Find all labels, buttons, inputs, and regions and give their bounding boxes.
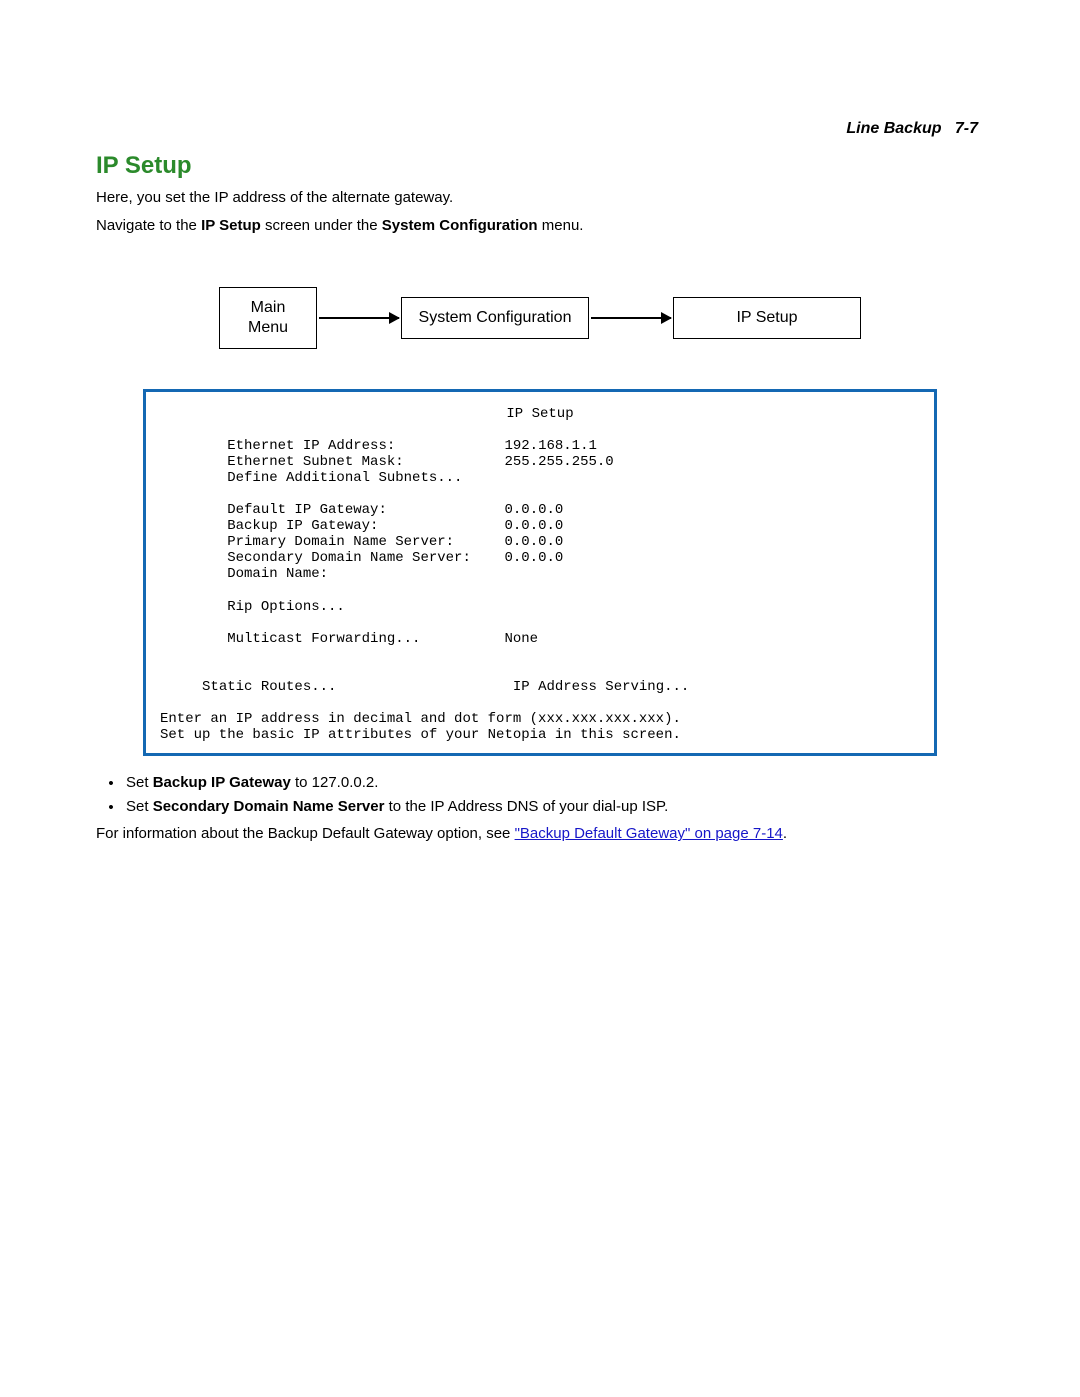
nav-breadcrumb: Main Menu System Configuration IP Setup	[96, 287, 984, 349]
rip-options: Rip Options...	[227, 599, 345, 615]
footer-paragraph: For information about the Backup Default…	[96, 824, 984, 844]
bk-gw-value: 0.0.0.0	[504, 518, 563, 534]
header-section: Line Backup	[846, 120, 941, 137]
eth-mask-value: 255.255.255.0	[504, 454, 613, 470]
domain-name: Domain Name:	[227, 566, 328, 582]
arrow-icon	[591, 317, 671, 319]
bullet-icon: •	[96, 798, 126, 816]
list-item: • Set Backup IP Gateway to 127.0.0.2.	[96, 774, 984, 792]
bullet-list: • Set Backup IP Gateway to 127.0.0.2. • …	[96, 774, 984, 816]
help-line-2: Set up the basic IP attributes of your N…	[160, 727, 681, 743]
bold-sys-config: System Configuration	[382, 217, 538, 234]
intro-paragraph-2: Navigate to the IP Setup screen under th…	[96, 216, 984, 236]
mcast-value: None	[504, 631, 538, 647]
eth-ip-value: 192.168.1.1	[504, 438, 596, 454]
define-subnets: Define Additional Subnets...	[227, 470, 462, 486]
nav-box-system-configuration: System Configuration	[401, 297, 589, 339]
static-routes: Static Routes...	[202, 679, 336, 695]
nav-box-main-menu: Main Menu	[219, 287, 317, 349]
section-title: IP Setup	[96, 152, 984, 180]
eth-mask-label: Ethernet Subnet Mask:	[227, 454, 403, 470]
sdns-label: Secondary Domain Name Server:	[227, 550, 471, 566]
arrow-icon	[319, 317, 399, 319]
bold-secondary-dns: Secondary Domain Name Server	[153, 798, 385, 815]
intro-paragraph-1: Here, you set the IP address of the alte…	[96, 188, 984, 208]
pdns-label: Primary Domain Name Server:	[227, 534, 454, 550]
bold-backup-ip-gateway: Backup IP Gateway	[153, 774, 291, 791]
backup-default-gateway-link[interactable]: "Backup Default Gateway" on page 7-14	[515, 825, 783, 842]
bullet-icon: •	[96, 774, 126, 792]
page-header: Line Backup 7-7	[96, 120, 984, 138]
mcast-label: Multicast Forwarding...	[227, 631, 420, 647]
help-line-1: Enter an IP address in decimal and dot f…	[160, 711, 681, 727]
def-gw-value: 0.0.0.0	[504, 502, 563, 518]
ip-serving: IP Address Serving...	[513, 679, 689, 695]
bk-gw-label: Backup IP Gateway:	[227, 518, 378, 534]
sdns-value: 0.0.0.0	[504, 550, 563, 566]
terminal-title: IP Setup	[160, 406, 920, 422]
header-page: 7-7	[955, 120, 978, 137]
nav-box-ip-setup: IP Setup	[673, 297, 861, 339]
eth-ip-label: Ethernet IP Address:	[227, 438, 395, 454]
list-item: • Set Secondary Domain Name Server to th…	[96, 798, 984, 816]
terminal-screen: IP Setup Ethernet IP Address: 192.168.1.…	[143, 389, 937, 757]
pdns-value: 0.0.0.0	[504, 534, 563, 550]
bold-ip-setup: IP Setup	[201, 217, 261, 234]
def-gw-label: Default IP Gateway:	[227, 502, 387, 518]
